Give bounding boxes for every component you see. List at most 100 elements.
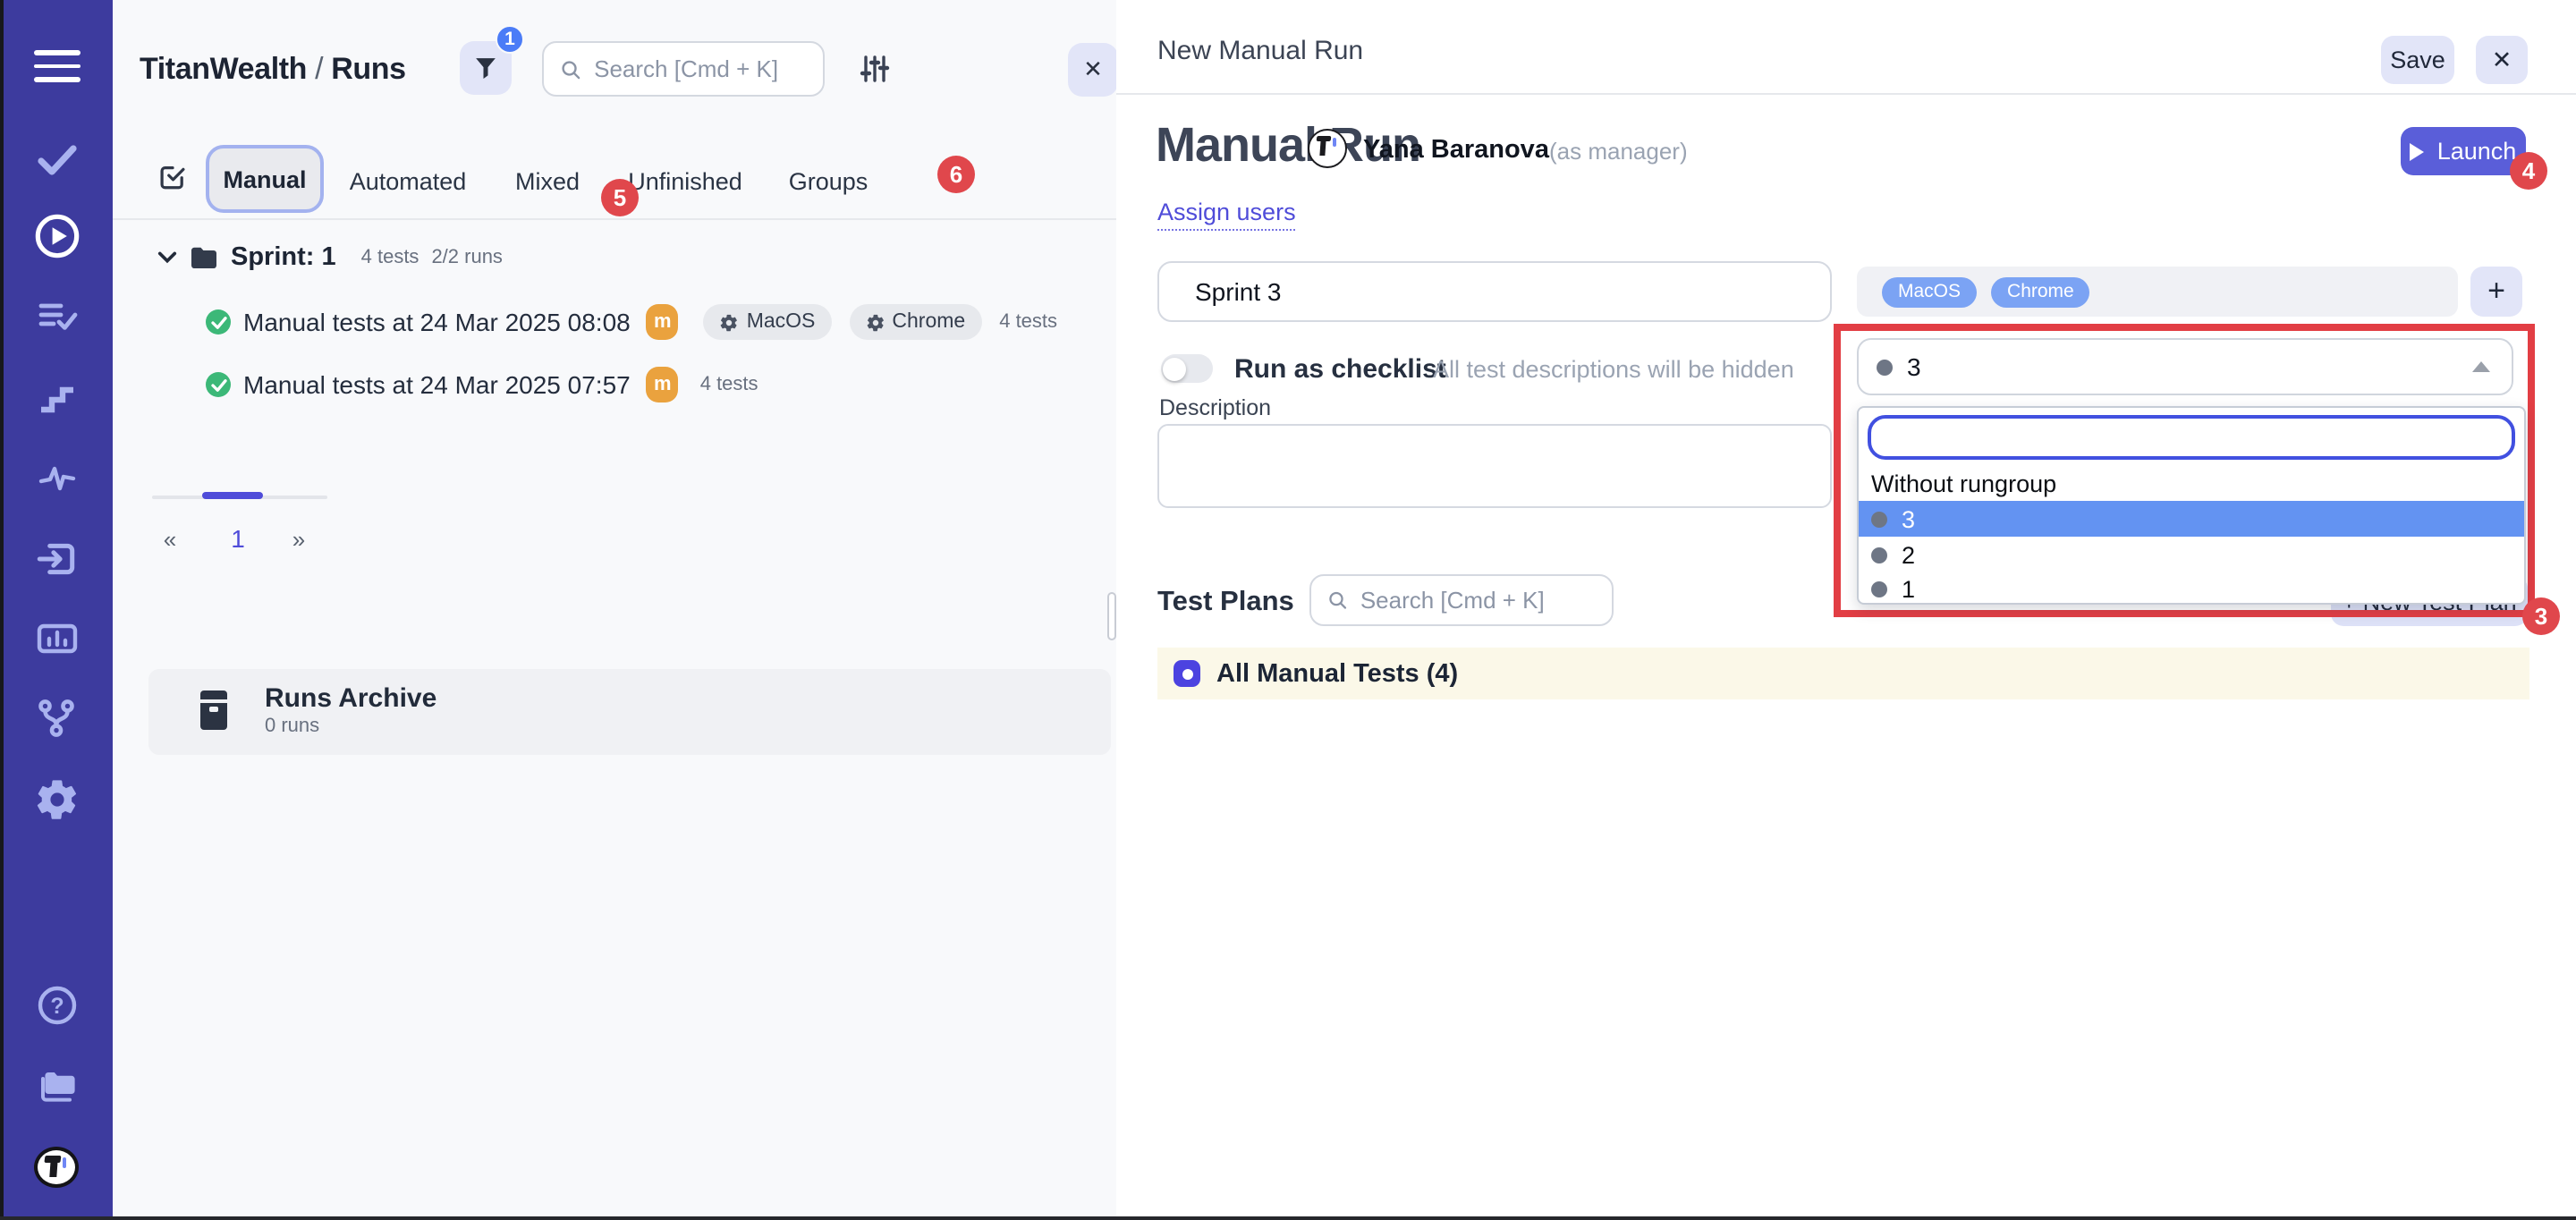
test-plans-search[interactable] bbox=[1309, 574, 1614, 626]
play-icon bbox=[2411, 142, 2425, 160]
rungroup-select[interactable]: 3 bbox=[1857, 338, 2513, 395]
view-settings-icon[interactable] bbox=[859, 54, 891, 84]
option-without-rungroup[interactable]: Without rungroup bbox=[1859, 465, 2524, 501]
runs-play-icon[interactable] bbox=[0, 213, 113, 259]
env-label: MacOS bbox=[747, 311, 816, 333]
environment-tag-chrome[interactable]: Chrome bbox=[1991, 276, 2090, 307]
runs-archive-card[interactable]: Runs Archive 0 runs bbox=[148, 669, 1111, 755]
sign-in-icon[interactable] bbox=[0, 537, 113, 581]
option-2[interactable]: 2 bbox=[1859, 537, 2524, 572]
breadcrumb: TitanWealth / Runs bbox=[140, 52, 406, 88]
close-drawer-button[interactable]: ✕ bbox=[2476, 36, 2528, 84]
rungroup-dot-icon bbox=[1871, 546, 1887, 563]
milestones-steps-icon[interactable] bbox=[0, 377, 113, 417]
test-plans-search-input[interactable] bbox=[1360, 587, 1596, 614]
run-group-row[interactable]: Sprint: 1 4 tests 2/2 runs bbox=[157, 241, 503, 274]
save-button[interactable]: Save bbox=[2381, 36, 2454, 84]
pagination-prev[interactable]: « bbox=[164, 526, 176, 553]
drawer-header: New Manual Run Save ✕ bbox=[1116, 0, 2576, 95]
run-tests-count: 4 tests bbox=[700, 374, 758, 395]
annotation-badge-3: 3 bbox=[2522, 597, 2560, 635]
branches-icon[interactable] bbox=[0, 696, 113, 741]
runs-list-panel: TitanWealth / Runs 1 ✕ Manual Automated … bbox=[113, 0, 1116, 1220]
breadcrumb-separator: / bbox=[315, 52, 323, 86]
assign-users-label[interactable]: Assign users bbox=[1157, 199, 1296, 231]
checklist-label: Run as checklist bbox=[1234, 354, 1446, 385]
menu-icon[interactable] bbox=[0, 47, 113, 86]
environments-field[interactable]: MacOS Chrome bbox=[1857, 267, 2458, 317]
settings-gear-icon[interactable] bbox=[0, 776, 113, 823]
annotation-badge-6: 6 bbox=[937, 156, 975, 193]
run-title[interactable]: Manual tests at 24 Mar 2025 07:57 bbox=[243, 370, 631, 399]
filter-count-badge: 1 bbox=[496, 25, 524, 54]
run-name-input[interactable] bbox=[1195, 277, 1794, 306]
pagination-indicator[interactable] bbox=[202, 492, 263, 499]
tab-manual[interactable]: Manual bbox=[206, 145, 324, 213]
option-3-highlighted[interactable]: 3 bbox=[1859, 501, 2524, 537]
tab-groups[interactable]: Groups bbox=[789, 168, 869, 195]
activity-pulse-icon[interactable] bbox=[0, 458, 113, 497]
checklist-hint: All test descriptions will be hidden bbox=[1433, 356, 1794, 383]
group-runs-count: 2/2 runs bbox=[431, 247, 503, 268]
caret-up-icon bbox=[2472, 361, 2490, 372]
add-environment-button[interactable]: + bbox=[2470, 267, 2522, 317]
annotation-badge-4: 4 bbox=[2510, 152, 2547, 190]
run-row[interactable]: Manual tests at 24 Mar 2025 08:08 m MacO… bbox=[206, 304, 1057, 340]
app-window: ? TitanWealth / Runs 1 bbox=[0, 0, 2576, 1220]
run-as-checklist-toggle[interactable] bbox=[1161, 354, 1213, 383]
folder-icon bbox=[190, 245, 218, 270]
reports-chart-icon[interactable] bbox=[0, 617, 113, 660]
owner-name: Yana Baranova bbox=[1363, 136, 1549, 165]
new-run-icon[interactable] bbox=[157, 161, 188, 191]
plans-list-icon[interactable] bbox=[0, 295, 113, 338]
breadcrumb-page: Runs bbox=[331, 52, 405, 86]
runs-search-input[interactable] bbox=[594, 55, 807, 82]
test-plans-title: Test Plans bbox=[1157, 587, 1294, 619]
panel-scrollbar[interactable] bbox=[1107, 592, 1116, 640]
projects-folder-icon[interactable] bbox=[0, 1064, 113, 1107]
runs-search[interactable] bbox=[542, 41, 825, 97]
archive-icon bbox=[200, 690, 227, 730]
search-icon bbox=[1327, 589, 1348, 612]
description-textarea[interactable] bbox=[1157, 424, 1832, 508]
run-name-field[interactable] bbox=[1157, 261, 1832, 322]
selected-radio-icon[interactable] bbox=[1174, 660, 1200, 687]
rungroup-filter-input[interactable] bbox=[1868, 415, 2515, 460]
run-type-badge: m bbox=[647, 304, 679, 340]
tab-automated[interactable]: Automated bbox=[350, 168, 467, 195]
assign-users-link: Assign users bbox=[1157, 197, 1296, 229]
environment-tag-macos[interactable]: MacOS bbox=[1882, 276, 1977, 307]
drawer-title: New Manual Run bbox=[1157, 36, 1363, 66]
all-manual-tests-row[interactable]: All Manual Tests (4) bbox=[1157, 648, 2529, 699]
help-icon[interactable]: ? bbox=[0, 984, 113, 1027]
app-logo[interactable] bbox=[0, 1145, 113, 1190]
pagination-next[interactable]: » bbox=[292, 526, 305, 553]
rungroup-dot-icon bbox=[1871, 580, 1887, 597]
pagination-page-1[interactable]: 1 bbox=[231, 524, 245, 553]
chevron-down-icon[interactable] bbox=[157, 250, 177, 265]
run-row[interactable]: Manual tests at 24 Mar 2025 07:57 m 4 te… bbox=[206, 367, 758, 402]
run-tests-count: 4 tests bbox=[999, 311, 1057, 333]
run-title[interactable]: Manual tests at 24 Mar 2025 08:08 bbox=[243, 308, 631, 336]
close-icon: ✕ bbox=[2492, 46, 2512, 74]
tabs-divider bbox=[113, 218, 1116, 220]
group-name[interactable]: Sprint: 1 bbox=[231, 243, 336, 272]
rungroup-selected-value: 3 bbox=[1907, 352, 1921, 381]
funnel-icon bbox=[472, 54, 499, 82]
owner-avatar bbox=[1308, 129, 1347, 168]
launch-button[interactable]: Launch bbox=[2401, 127, 2526, 175]
run-passed-icon bbox=[206, 309, 231, 335]
archive-title: Runs Archive bbox=[265, 683, 436, 714]
collapse-panel-button[interactable]: ✕ bbox=[1068, 43, 1118, 97]
tests-check-icon[interactable] bbox=[0, 140, 113, 179]
option-label: 2 bbox=[1902, 541, 1915, 568]
breadcrumb-project[interactable]: TitanWealth bbox=[140, 52, 307, 86]
tab-unfinished[interactable]: Unfinished bbox=[628, 168, 742, 195]
gear-icon bbox=[720, 312, 740, 332]
gear-icon bbox=[865, 312, 885, 332]
archive-count: 0 runs bbox=[265, 716, 319, 737]
launch-label: Launch bbox=[2437, 138, 2517, 165]
run-type-badge: m bbox=[647, 367, 679, 402]
option-1[interactable]: 1 bbox=[1859, 571, 2524, 606]
tab-mixed[interactable]: Mixed bbox=[515, 168, 580, 195]
